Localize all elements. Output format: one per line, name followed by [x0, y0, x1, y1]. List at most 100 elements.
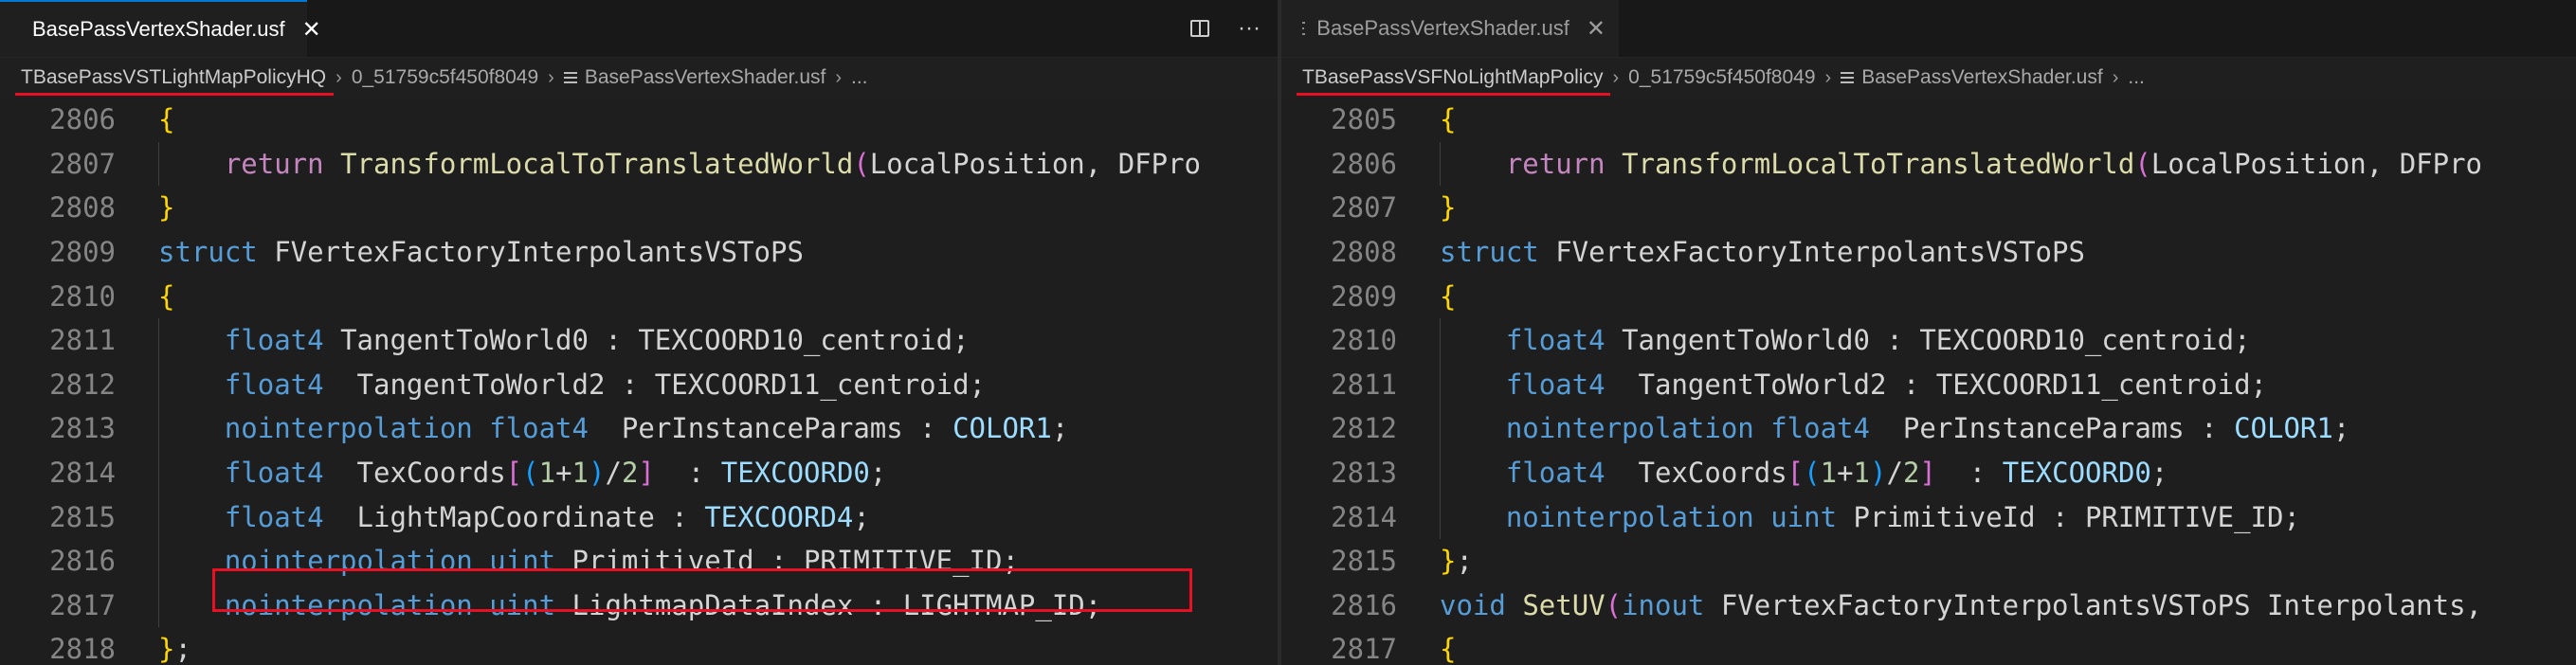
breadcrumb-item-policy[interactable]: TBasePassVSTLightMapPolicyHQ [14, 66, 335, 96]
code-line[interactable]: 2812 nointerpolation float4 PerInstanceP… [1281, 406, 2576, 451]
code-line[interactable]: 2807} [1281, 186, 2576, 230]
line-number: 2808 [49, 191, 116, 225]
close-icon[interactable]: ✕ [1587, 15, 1605, 43]
code-line[interactable]: 2815}; [1281, 539, 2576, 584]
split-editor-icon[interactable] [1190, 20, 1210, 37]
code-token: ( [2134, 147, 2151, 180]
code-token: 1 [1853, 457, 1871, 490]
right-editor-pane: BasePassVertexShader.usf ✕ TBasePassVSFN… [1281, 0, 2576, 665]
code-editor[interactable]: 2806 {2807 return TransformLocalToTransla… [0, 98, 1278, 665]
line-text: struct FVertexFactoryInterpolantsVSToPS [158, 236, 804, 268]
code-token: SetUV [1522, 588, 1605, 621]
code-editor[interactable]: 2805 {2806 return TransformLocalToTransla… [1281, 98, 2576, 665]
code-token: ; [869, 457, 887, 490]
line-number: 2808 [1331, 236, 1397, 269]
chevron-right-icon: › [548, 66, 554, 88]
tab-basepassvertexshader-left[interactable]: BasePassVertexShader.usf ✕ [0, 0, 321, 57]
code-token: [ [1787, 457, 1805, 490]
breadcrumb-item-file[interactable]: BasePassVertexShader.usf [585, 66, 826, 89]
code-token: COLOR1 [2234, 412, 2333, 445]
code-line[interactable]: 2815 float4 LightMapCoordinate : TEXCOOR… [0, 494, 1278, 539]
code-token: float4 [224, 324, 324, 357]
code-line[interactable]: 2817 nointerpolation uint LightmapDataIn… [0, 583, 1278, 628]
code-token: float4 [1505, 368, 1605, 401]
breadcrumb-item-more[interactable]: ... [2128, 66, 2145, 89]
code-line[interactable]: 2809 { [1281, 274, 2576, 318]
code-token: + [555, 457, 572, 490]
code-token: 1 [1820, 457, 1838, 490]
code-line[interactable]: 2808} [0, 186, 1278, 230]
code-token: FVertexFactoryInterpolantsVSToPS [1538, 236, 2085, 269]
code-line[interactable]: 2814 nointerpolation uint PrimitiveId : … [1281, 494, 2576, 539]
line-text: return TransformLocalToTranslatedWorld(L… [1440, 148, 2482, 180]
breadcrumb-item-hash[interactable]: 0_51759c5f450f8049 [1628, 66, 1815, 89]
line-number: 2807 [1331, 191, 1397, 225]
code-token: nointerpolation [224, 545, 473, 578]
code-token: LightmapDataIndex : LIGHTMAP_ID; [555, 588, 1102, 621]
line-text: { [1440, 103, 1456, 135]
code-line[interactable]: 2809 struct FVertexFactoryInterpolantsVST… [0, 230, 1278, 275]
code-line[interactable]: 2811 float4 TangentToWorld2 : TEXCOORD11… [1281, 362, 2576, 407]
code-token: float4 [1770, 412, 1870, 445]
code-token: float4 [224, 500, 324, 533]
code-token: nointerpolation [1505, 412, 1754, 445]
breadcrumb-item-hash[interactable]: 0_51759c5f450f8049 [352, 66, 538, 89]
close-icon[interactable]: ✕ [302, 16, 321, 44]
line-text: float4 TangentToWorld0 : TEXCOORD10_cent… [158, 324, 970, 356]
code-line[interactable]: 2817 { [1281, 627, 2576, 665]
line-number: 2814 [49, 457, 116, 490]
code-line[interactable]: 2808 struct FVertexFactoryInterpolantsVST… [1281, 230, 2576, 275]
line-text: } [158, 191, 174, 224]
line-number: 2810 [49, 279, 116, 313]
indent-guide [158, 538, 159, 584]
code-line[interactable]: 2806 return TransformLocalToTranslatedWo… [1281, 141, 2576, 187]
code-line[interactable]: 2807 return TransformLocalToTranslatedWo… [0, 141, 1278, 187]
code-line[interactable]: 2812 float4 TangentToWorld2 : TEXCOORD11… [0, 362, 1278, 407]
code-token: ; [2150, 457, 2168, 490]
code-token: ) [589, 457, 606, 490]
code-token: TransformLocalToTranslatedWorld [1622, 147, 2135, 180]
indent-guide [158, 362, 159, 407]
chevron-right-icon: › [2112, 66, 2119, 88]
code-line[interactable]: 2806 { [0, 98, 1278, 142]
breadcrumb-item-file[interactable]: BasePassVertexShader.usf [1861, 66, 2103, 89]
code-token: struct [158, 236, 258, 269]
breadcrumb-item-policy[interactable]: TBasePassVSFNoLightMapPolicy [1296, 66, 1611, 96]
code-token: PrimitiveId : PRIMITIVE_ID; [1837, 500, 2300, 533]
code-token: ; [174, 633, 191, 665]
line-number: 2807 [49, 147, 116, 180]
code-line[interactable]: 2814 float4 TexCoords[(1+1)/2] : TEXCOOR… [0, 450, 1278, 495]
code-token: ] [1919, 457, 1936, 490]
code-line[interactable]: 2810 float4 TangentToWorld0 : TEXCOORD10… [1281, 317, 2576, 363]
indent-guide [158, 406, 159, 451]
code-line[interactable]: 2816 void SetUV(inout FVertexFactoryInter… [1281, 584, 2576, 628]
code-line[interactable]: 2813 float4 TexCoords[(1+1)/2] : TEXCOOR… [1281, 450, 2576, 495]
code-token: 1 [538, 457, 556, 490]
code-token: inout [1622, 588, 1705, 621]
code-token: { [1440, 103, 1457, 136]
code-token: LocalPosition, DFPro [2150, 147, 2482, 180]
more-actions-icon[interactable]: ··· [1238, 15, 1261, 42]
code-line[interactable]: 2811 float4 TangentToWorld0 : TEXCOORD10… [0, 317, 1278, 363]
code-token: COLOR1 [952, 412, 1052, 445]
code-token: TangentToWorld2 : TEXCOORD11_centroid; [1605, 368, 2267, 401]
code-token: ; [1456, 545, 1473, 578]
line-number: 2809 [49, 236, 116, 269]
breadcrumb-item-more[interactable]: ... [851, 66, 868, 89]
line-number: 2813 [49, 412, 116, 445]
code-line[interactable]: 2813 nointerpolation float4 PerInstanceP… [0, 406, 1278, 451]
code-line[interactable]: 2805 { [1281, 98, 2576, 142]
tab-basepassvertexshader-right[interactable]: BasePassVertexShader.usf ✕ [1281, 0, 1619, 57]
code-token: return [1505, 147, 1605, 180]
code-line[interactable]: 2810 { [0, 274, 1278, 318]
line-text: } [1440, 191, 1456, 224]
indent-guide [1440, 406, 1441, 451]
code-line[interactable]: 2816 nointerpolation uint PrimitiveId : … [0, 538, 1278, 584]
code-line[interactable]: 2818}; [0, 627, 1278, 665]
